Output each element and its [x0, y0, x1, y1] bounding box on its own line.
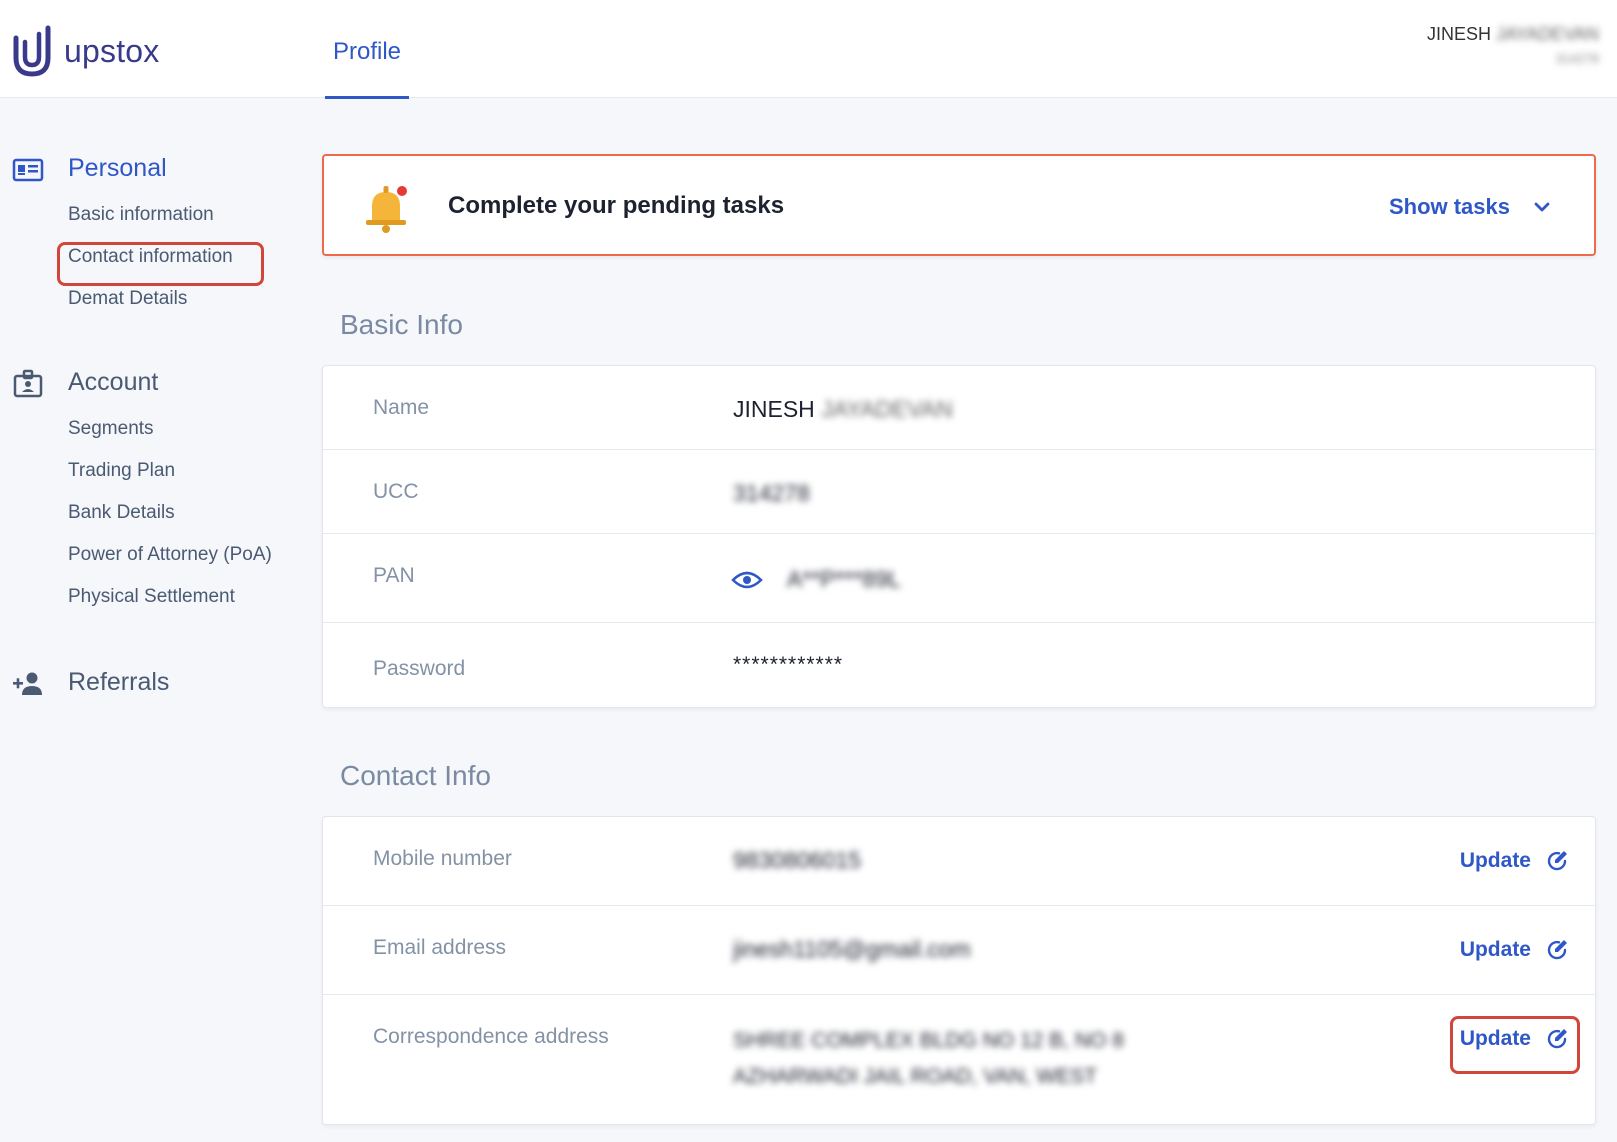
pending-tasks-text: Complete your pending tasks	[448, 192, 785, 219]
basic-info-title: Basic Info	[340, 309, 463, 340]
update-mobile-button[interactable]: Update	[1460, 849, 1569, 873]
basic-info-row-ucc: UCC 314278	[323, 450, 1595, 534]
top-header: upstox Profile JINESH JAYADEVAN 314278	[0, 0, 1617, 99]
add-person-icon	[13, 672, 42, 695]
brand-name: upstox	[64, 32, 160, 69]
basic-info-row-password: Password ************	[323, 623, 1595, 707]
tab-active-underline	[325, 96, 410, 99]
sidebar-item-bank-details[interactable]: Bank Details	[68, 502, 175, 524]
bell-icon	[366, 186, 407, 233]
show-tasks-button[interactable]: Show tasks	[1389, 194, 1554, 220]
chevron-down-icon	[1534, 202, 1550, 212]
profile-sidebar: Personal Basic information Contact infor…	[0, 98, 310, 1142]
basic-info-row-name: Name JINESH JAYADEVAN	[323, 366, 1595, 450]
update-label: Update	[1459, 938, 1531, 961]
user-surname-redacted: JAYADEVAN	[1495, 24, 1599, 44]
sidebar-item-demat-details[interactable]: Demat Details	[68, 288, 187, 310]
contact-info-row-mobile: Mobile number 9830806015 Update	[323, 817, 1595, 906]
contact-info-card: Mobile number 9830806015 Update Email ad…	[322, 816, 1596, 1125]
password-value: ************	[733, 653, 844, 676]
row-label: Password	[373, 657, 466, 680]
ucc-value-redacted: 314278	[733, 480, 810, 506]
user-menu[interactable]: JINESH JAYADEVAN 314278	[1427, 24, 1599, 66]
brand-logo[interactable]: upstox	[12, 24, 159, 78]
sidebar-item-referrals[interactable]: Referrals	[0, 664, 300, 704]
show-tasks-label: Show tasks	[1388, 194, 1510, 219]
badge-icon	[13, 369, 43, 398]
mobile-value-redacted: 9830806015	[733, 847, 861, 873]
sidebar-item-power-of-attorney[interactable]: Power of Attorney (PoA)	[68, 544, 272, 566]
sidebar-title-account: Account	[68, 368, 159, 396]
contact-info-row-email: Email address jinesh1105@gmail.com Updat…	[323, 906, 1595, 995]
update-email-button[interactable]: Update	[1460, 938, 1569, 962]
contact-information-highlight	[57, 242, 264, 286]
contact-info-row-address: Correspondence address SHREE COMPLEX BLD…	[323, 995, 1595, 1124]
edit-icon	[1547, 851, 1567, 871]
pending-tasks-card: Complete your pending tasks Show tasks	[322, 154, 1596, 256]
tab-profile-label: Profile	[333, 38, 402, 65]
row-label: Mobile number	[373, 847, 512, 870]
sidebar-group-personal: Personal Basic information Contact infor…	[0, 150, 310, 320]
basic-info-card: Name JINESH JAYADEVAN UCC 314278 PAN A**…	[322, 365, 1596, 708]
row-label: UCC	[373, 480, 419, 503]
update-label: Update	[1459, 849, 1531, 872]
id-card-icon	[12, 158, 44, 182]
edit-icon	[1547, 940, 1567, 960]
name-value: JINESH JAYADEVAN	[733, 396, 953, 422]
row-label: Email address	[373, 936, 507, 959]
pan-value-redacted: A**P***89L	[787, 566, 901, 592]
sidebar-item-basic-information[interactable]: Basic information	[68, 204, 214, 226]
upstox-logo-icon	[13, 25, 51, 77]
user-name: JINESH JAYADEVAN	[1426, 24, 1599, 44]
sidebar-title-personal: Personal	[68, 154, 167, 182]
sidebar-title-referrals: Referrals	[68, 668, 170, 696]
sidebar-group-account: Account Segments Trading Plan Bank Detai…	[0, 364, 310, 624]
user-id-redacted: 314278	[1555, 51, 1599, 66]
sidebar-item-physical-settlement[interactable]: Physical Settlement	[68, 586, 235, 608]
eye-icon[interactable]	[731, 570, 763, 590]
row-label: Name	[373, 396, 430, 419]
sidebar-item-segments[interactable]: Segments	[68, 418, 154, 440]
contact-info-title: Contact Info	[340, 760, 491, 791]
basic-info-row-pan: PAN A**P***89L	[323, 534, 1595, 623]
update-address-highlight	[1450, 1016, 1580, 1074]
address-line1-redacted: SHREE COMPLEX BLDG NO 12 B, NO 8	[733, 1029, 1124, 1052]
tab-profile[interactable]: Profile	[325, 0, 410, 99]
row-label: Correspondence address	[373, 1025, 609, 1048]
address-line2-redacted: AZHARWADI JAIL ROAD, VAN, WEST	[733, 1065, 1098, 1088]
sidebar-group-referrals: Referrals	[0, 664, 310, 704]
row-label: PAN	[373, 564, 415, 587]
sidebar-item-account[interactable]: Account	[0, 364, 300, 404]
surname-redacted: JAYADEVAN	[821, 396, 953, 422]
email-value-redacted: jinesh1105@gmail.com	[733, 936, 971, 962]
sidebar-item-trading-plan[interactable]: Trading Plan	[68, 460, 175, 482]
sidebar-item-personal[interactable]: Personal	[0, 150, 300, 190]
